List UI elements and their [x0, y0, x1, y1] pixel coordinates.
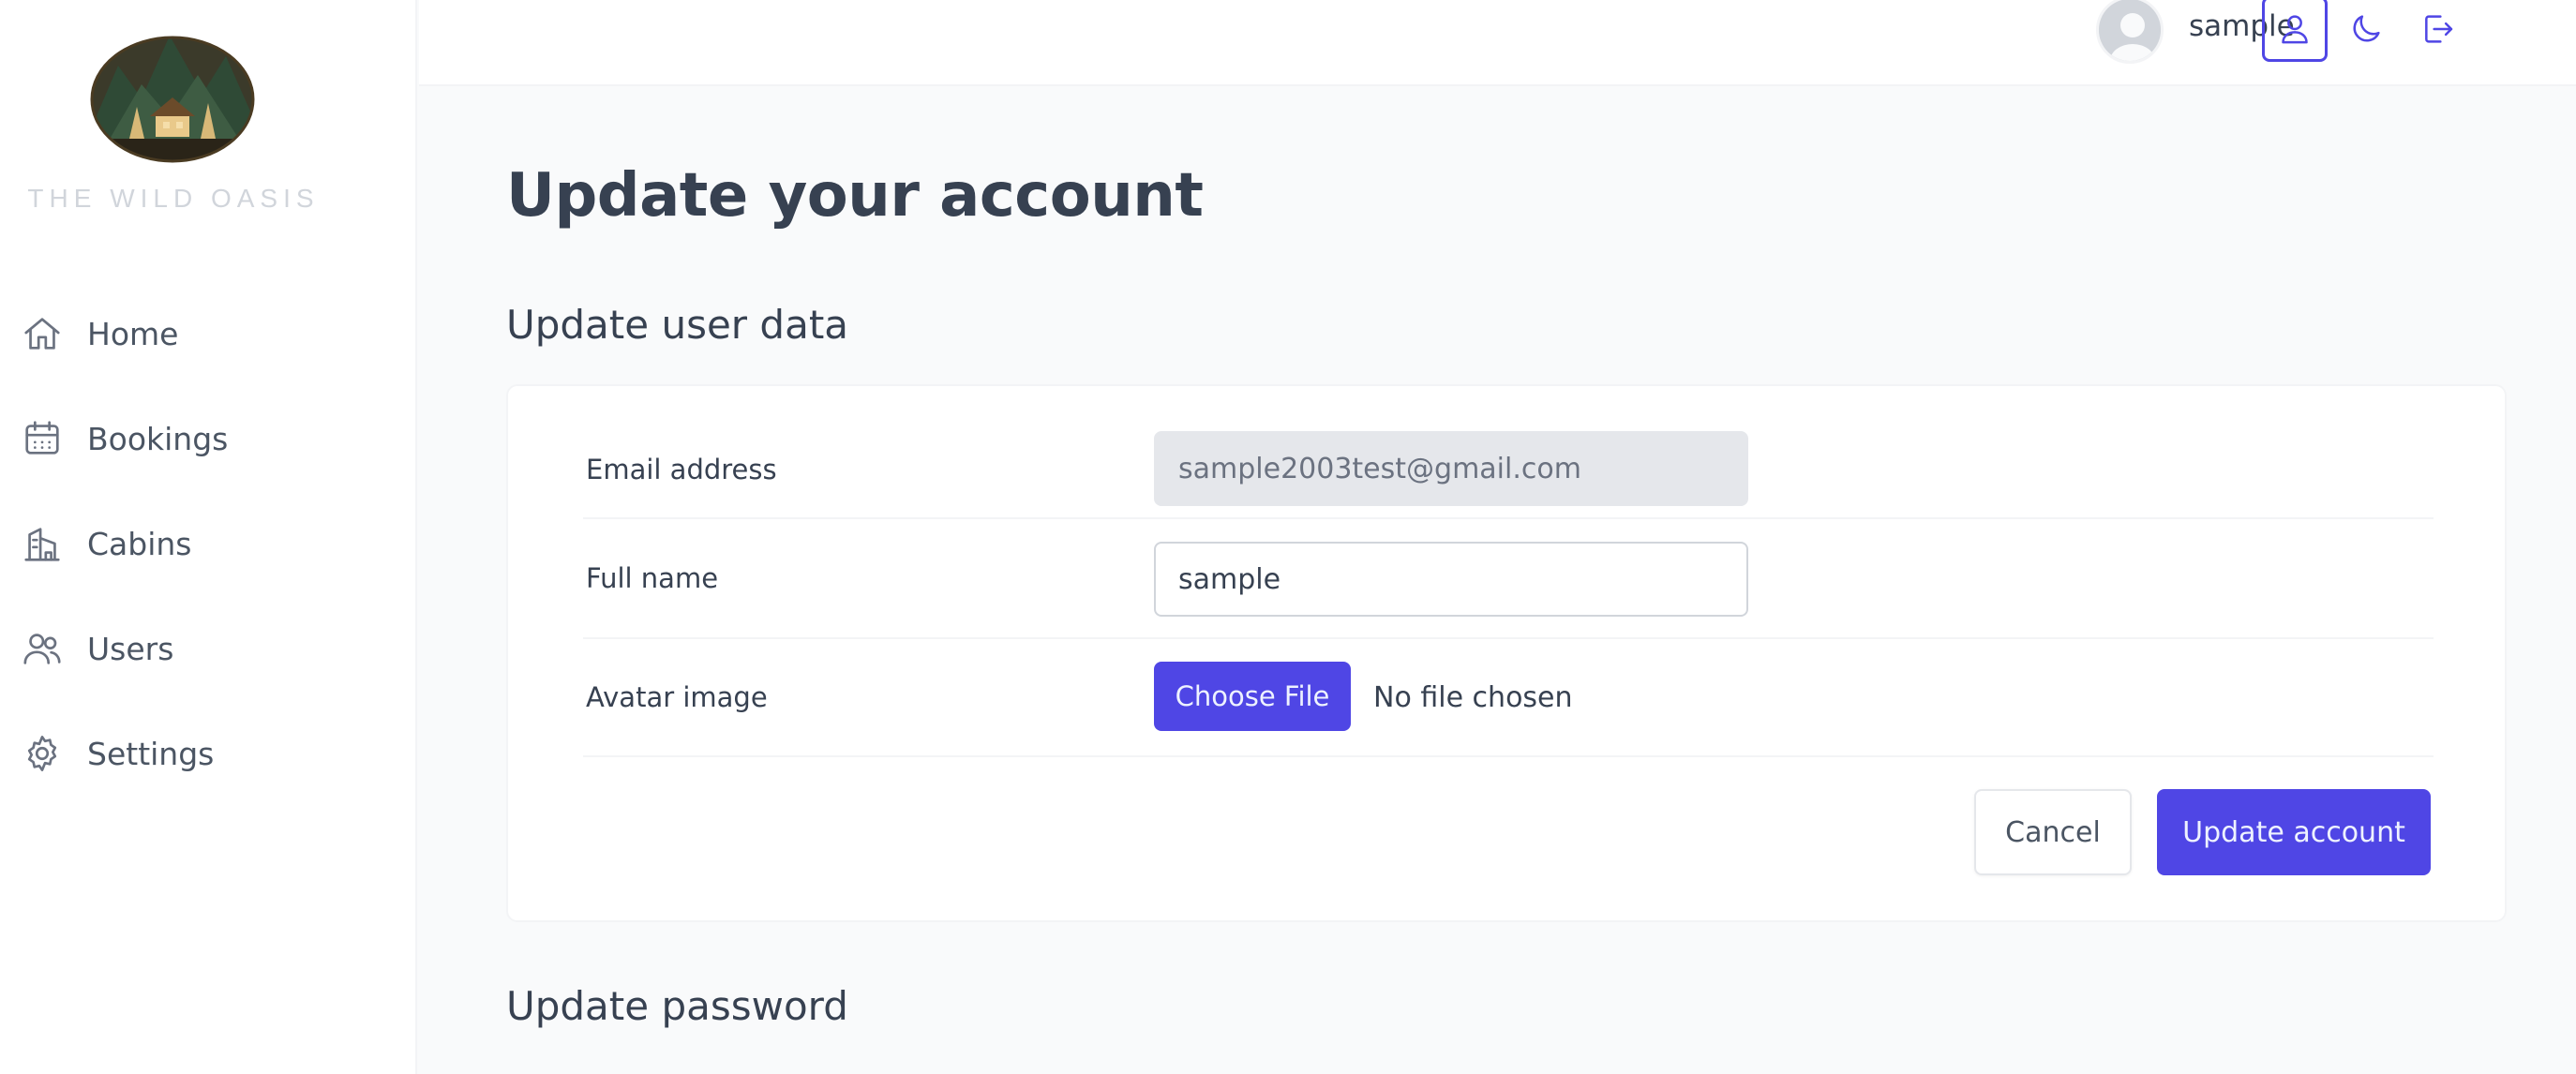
sidebar-item-label: Home — [87, 315, 179, 352]
app: The Wild Oasis Home Bookings — [0, 0, 2576, 1074]
building-icon — [21, 522, 64, 565]
choose-file-button[interactable]: Choose File — [1154, 662, 1351, 731]
cancel-button[interactable]: Cancel — [1974, 789, 2132, 875]
avatar-label: Avatar image — [586, 681, 768, 713]
account-button[interactable] — [2262, 0, 2328, 62]
avatar — [2096, 0, 2164, 64]
account-icon — [2276, 10, 2314, 48]
logout-icon — [2419, 10, 2456, 48]
sidebar-item-label: Settings — [87, 735, 215, 772]
sidebar: The Wild Oasis Home Bookings — [0, 0, 417, 1074]
form-row-email: Email address sample2003test@gmail.com — [583, 422, 2434, 519]
fullname-input[interactable]: sample — [1154, 542, 1748, 617]
form-row-avatar: Avatar image Choose File No file chosen — [583, 639, 2434, 757]
sidebar-item-settings[interactable]: Settings — [0, 709, 417, 798]
sidebar-item-cabins[interactable]: Cabins — [0, 499, 417, 589]
email-label: Email address — [586, 454, 777, 485]
moon-icon — [2347, 10, 2385, 48]
sidebar-item-label: Bookings — [87, 420, 229, 457]
section-title-user-data: Update user data — [506, 302, 849, 348]
top-header: sample — [419, 0, 2576, 86]
page-title: Update your account — [506, 161, 1204, 231]
form-row-fullname: Full name sample — [583, 519, 2434, 639]
sidebar-item-label: Users — [87, 630, 174, 667]
update-account-button[interactable]: Update account — [2157, 789, 2431, 875]
update-user-form: Email address sample2003test@gmail.com F… — [506, 384, 2507, 922]
logout-button[interactable] — [2404, 0, 2470, 62]
brand-name: The Wild Oasis — [27, 184, 320, 213]
file-status: No file chosen — [1373, 680, 1573, 714]
sidebar-item-users[interactable]: Users — [0, 604, 417, 694]
users-icon — [21, 627, 64, 670]
email-field[interactable]: sample2003test@gmail.com — [1154, 431, 1748, 506]
brand-logo — [90, 28, 255, 163]
calendar-icon — [21, 417, 64, 460]
sidebar-item-home[interactable]: Home — [0, 289, 417, 379]
sidebar-item-bookings[interactable]: Bookings — [0, 394, 417, 484]
fullname-label: Full name — [586, 562, 719, 594]
gear-icon — [21, 732, 64, 775]
home-icon — [21, 312, 64, 355]
section-title-password: Update password — [506, 983, 848, 1029]
sidebar-item-label: Cabins — [87, 525, 192, 562]
dark-mode-button[interactable] — [2333, 0, 2399, 62]
